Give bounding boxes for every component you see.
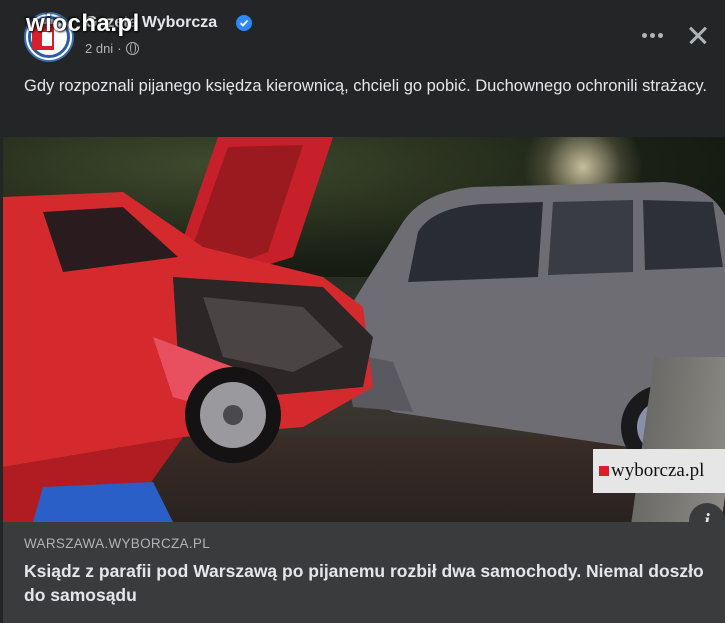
post-time-link[interactable]: 2 dni [85,41,113,56]
close-icon[interactable] [682,19,714,51]
brand-square [599,466,609,476]
meta-separator: · [117,41,122,56]
crashed-red-car [3,137,373,522]
post-photo[interactable]: wyborcza.pl i [3,137,725,522]
wyborcza-logo: wyborcza.pl [593,449,725,493]
post-header: Gazeta Wyborcza wiocha.pl 2 dni · [0,0,725,66]
facebook-post: Gazeta Wyborcza wiocha.pl 2 dni · Gdy ro… [0,0,725,623]
more-dot-icon [657,32,663,38]
post-meta: 2 dni · [85,41,139,56]
verified-badge-icon [236,15,252,31]
more-dot-icon [641,32,647,38]
link-domain: WARSZAWA.WYBORCZA.PL [24,536,211,551]
wiocha-watermark: wiocha.pl [26,10,140,37]
more-options-button[interactable] [636,19,668,51]
globe-icon[interactable] [125,42,139,55]
brand-logo-text: wyborcza.pl [611,460,705,481]
more-dot-icon [649,32,655,38]
post-caption: Gdy rozpoznali pijanego księdza kierowni… [24,77,707,95]
link-preview[interactable]: WARSZAWA.WYBORCZA.PL Ksiądz z parafii po… [3,522,725,623]
link-title[interactable]: Ksiądz z parafii pod Warszawą po pijanem… [24,559,714,607]
